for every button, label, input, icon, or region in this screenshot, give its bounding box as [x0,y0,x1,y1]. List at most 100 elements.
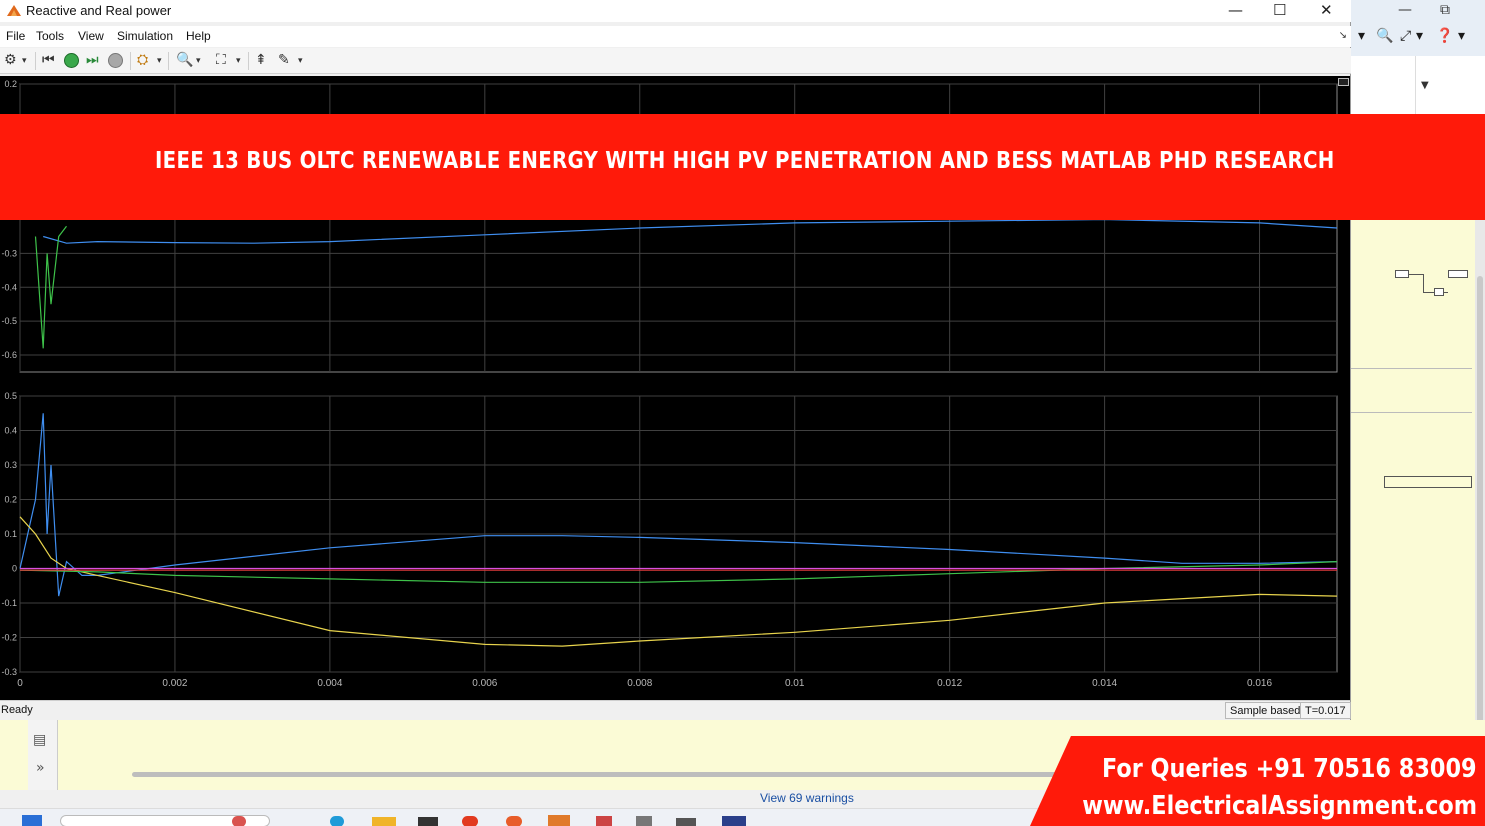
chevron-down-icon[interactable]: ▾ [157,56,162,66]
run-icon[interactable] [64,53,79,68]
y-tick-label: 0.3 [4,460,17,470]
fit-to-view-icon[interactable]: ⛶ [216,52,226,68]
taskbar-app-icon[interactable] [232,816,246,826]
status-sim-time: T=0.017 [1300,702,1351,719]
taskbar-app-icon[interactable] [596,816,612,826]
model-block[interactable] [1384,476,1472,488]
toolbar-separator [248,52,249,70]
bg-dropdown-icon[interactable]: ▾ [1358,28,1365,44]
menu-help[interactable]: Help [186,29,211,43]
x-tick-label: 0.002 [162,678,187,689]
step-forward-icon[interactable]: ⏭ [86,52,99,68]
bg-minimize-icon[interactable]: — [1398,2,1412,18]
window-title: Reactive and Real power [26,3,172,18]
toolbar-separator [35,52,36,70]
toolbar-separator [130,52,131,70]
close-icon[interactable]: ✕ [1320,1,1333,19]
x-tick-label: 0 [17,678,23,689]
background-address-strip: ▼ [1350,56,1485,116]
bg-dropdown-icon[interactable]: ▾ [1416,28,1423,44]
expand-icon[interactable]: » [36,760,45,776]
taskbar-app-icon[interactable] [462,816,478,826]
screen: — ⧉ ▾ 🔍 ⤢ ▾ ❓ ▾ ▼ ▤ » View 69 warnings R… [0,0,1485,826]
style-icon[interactable]: ✎ [278,52,290,68]
menu-file[interactable]: File [6,29,25,43]
menu-view[interactable]: View [78,29,104,43]
model-browser-panel: ▤ » [28,720,58,790]
settings-icon[interactable]: ⚙ [4,52,17,68]
model-browser-icon[interactable]: ▤ [33,732,46,748]
status-sample-mode: Sample based [1225,702,1306,719]
bottom-axes[interactable]: 0.5 0.4 0.3 0.2 0.1 0 -0.1 -0.2 -0.3 [1,391,1338,677]
y-tick-label: 0.2 [4,79,17,89]
maximize-icon[interactable]: ☐ [1273,1,1286,19]
y-tick-label: -0.4 [1,282,17,292]
taskbar-app-icon[interactable] [418,817,438,826]
bg-restore-icon[interactable]: ⧉ [1440,2,1450,18]
chevron-down-icon: ▼ [1421,80,1429,91]
zoom-icon[interactable]: 🔍 [176,52,193,68]
x-tick-label: 0.01 [785,678,805,689]
x-tick-label: 0.016 [1247,678,1272,689]
minimize-icon[interactable]: — [1228,1,1243,19]
taskbar-app-icon[interactable] [636,816,652,826]
y-tick-label: 0.5 [4,391,17,401]
taskbar-app-icon[interactable] [506,816,522,826]
chevron-down-icon[interactable]: ▾ [196,56,201,66]
divider [1350,412,1472,413]
highlight-icon[interactable]: ⛭ [137,52,148,68]
x-tick-label: 0.008 [627,678,652,689]
queries-text: For Queries +91 70516 83009 [1102,754,1477,784]
taskbar-folder-icon[interactable] [372,817,396,826]
taskbar-app-icon[interactable] [330,816,344,826]
bg-help-icon[interactable]: ❓ [1436,28,1453,44]
y-tick-label: 0.2 [4,495,17,505]
horizontal-scrollbar[interactable] [132,772,1072,777]
title-banner: IEEE 13 BUS OLTC RENEWABLE ENERGY WITH H… [0,114,1485,220]
toolbar-separator [168,52,169,70]
chevron-down-icon[interactable]: ▾ [236,56,241,66]
chevron-down-icon[interactable]: ▾ [298,56,303,66]
bg-combo-dropdown[interactable]: ▼ [1415,56,1435,116]
website-text: www.ElectricalAssignment.com [1082,791,1477,821]
status-bar: Ready Sample based T=0.017 [0,700,1351,720]
y-tick-label: -0.3 [1,667,17,677]
x-tick-label: 0.012 [937,678,962,689]
divider [1350,368,1472,369]
rewind-icon[interactable]: ⏮ [42,52,55,68]
x-tick-label: 0.014 [1092,678,1117,689]
start-icon[interactable] [22,815,42,826]
menu-tools[interactable]: Tools [36,29,64,43]
warnings-link[interactable]: View 69 warnings [760,791,854,805]
banner-text: IEEE 13 BUS OLTC RENEWABLE ENERGY WITH H… [155,148,1335,174]
model-block[interactable] [1395,270,1409,278]
y-tick-label: -0.1 [1,598,17,608]
status-ready: Ready [1,704,33,716]
bg-fit-icon[interactable]: ⤢ [1400,28,1411,44]
model-block[interactable] [1434,288,1444,296]
signal-line [1423,274,1424,292]
triggers-icon[interactable]: ⇞ [255,52,267,68]
x-tick-label: 0.006 [472,678,497,689]
y-tick-label: 0.4 [4,426,17,436]
y-tick-label: -0.6 [1,350,17,360]
toolbar: ⚙ ▾ ⏮ ⏭ ⛭ ▾ 🔍 ▾ ⛶ ▾ ⇞ ✎ ▾ [0,48,1351,74]
bg-zoom-icon[interactable]: 🔍 [1376,28,1393,44]
stop-icon[interactable] [108,53,123,68]
scope-window: Reactive and Real power — ☐ ✕ File Tools… [0,0,1351,720]
title-bar[interactable]: Reactive and Real power — ☐ ✕ [0,0,1351,22]
menu-simulation[interactable]: Simulation [117,29,173,43]
taskbar-app-icon[interactable] [676,818,696,826]
bg-dropdown-icon[interactable]: ▾ [1458,28,1465,44]
undock-icon[interactable] [1338,78,1349,86]
model-block[interactable] [1448,270,1468,278]
chevron-down-icon[interactable]: ▾ [22,56,27,66]
y-tick-label: 0.1 [4,529,17,539]
taskbar-app-icon[interactable] [722,816,746,826]
matlab-logo-icon [7,5,21,16]
taskbar-matlab-icon[interactable] [548,815,570,826]
pin-toolbar-icon[interactable]: ↘ [1339,30,1347,41]
y-tick-label: -0.2 [1,633,17,643]
scrollbar-thumb[interactable] [1477,276,1483,726]
y-tick-label: -0.5 [1,316,17,326]
